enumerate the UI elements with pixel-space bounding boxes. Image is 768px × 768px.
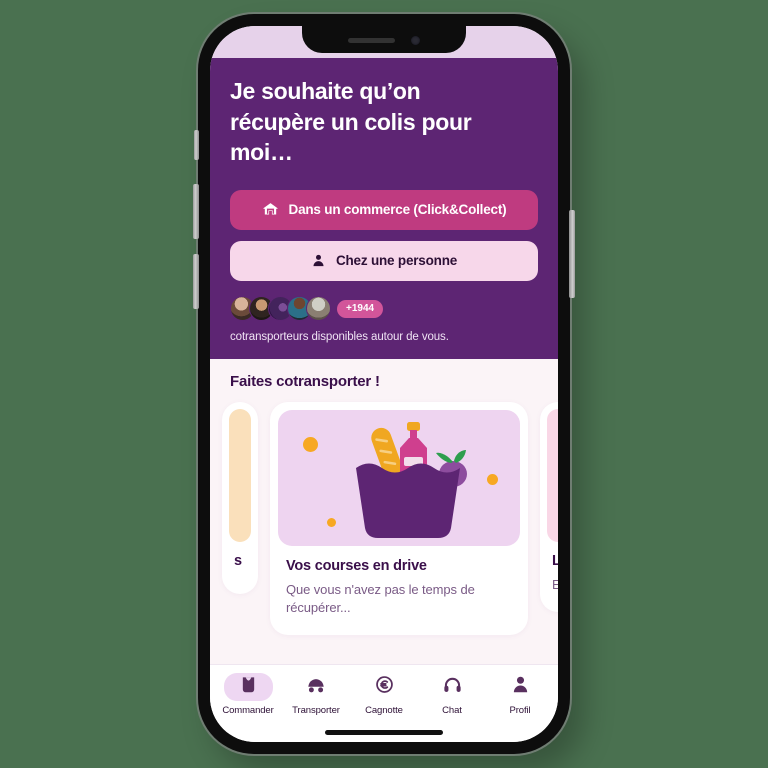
phone-screen: Je souhaite qu’on récupère un colis pour…	[210, 26, 558, 742]
volume-down-button[interactable]	[193, 254, 199, 309]
card-description: Que vous n'avez pas le temps de récupére…	[286, 581, 475, 615]
hero-section: Je souhaite qu’on récupère un colis pour…	[210, 58, 558, 359]
headset-icon	[443, 676, 462, 699]
person-icon	[512, 675, 529, 699]
section-title: Faites cotransporter !	[230, 372, 380, 390]
carousel-card-main[interactable]: Vos courses en drive Que vous n'avez pas…	[270, 401, 528, 635]
card-description: Et ran	[552, 576, 558, 592]
nav-label: Commander	[222, 705, 274, 716]
notch	[302, 26, 466, 53]
chez-une-personne-label: Chez une personne	[335, 253, 458, 269]
shopping-bag-illustration	[278, 409, 520, 546]
person-icon	[311, 253, 326, 268]
silence-switch[interactable]	[194, 130, 199, 160]
card-carousel[interactable]: s Vos courses en drive Que vous n'avez p…	[210, 401, 558, 635]
nav-item-profil[interactable]: Profil	[490, 673, 550, 716]
home-indicator[interactable]	[325, 730, 443, 735]
nav-label: Chat	[442, 705, 462, 716]
volume-up-button[interactable]	[193, 184, 199, 239]
nav-item-cagnotte[interactable]: Cagnotte	[354, 673, 414, 716]
phone-mockup: Je souhaite qu’on récupère un colis pour…	[193, 14, 575, 754]
avatar-count-badge: +1944	[337, 299, 384, 318]
power-button[interactable]	[569, 210, 575, 298]
wallet-euro-icon	[375, 675, 394, 699]
page-title: Je souhaite qu’on récupère un colis pour…	[230, 78, 472, 166]
card-illustration-right	[547, 408, 558, 542]
shopping-bag-icon	[240, 675, 257, 699]
nav-item-commander[interactable]: Commander	[218, 673, 278, 716]
dans-un-commerce-label: Dans un commerce (Click&Collect)	[288, 202, 507, 218]
storefront-icon	[262, 201, 279, 218]
delivery-cart-icon	[306, 676, 326, 698]
card-title: s	[234, 552, 242, 569]
carousel-card-right[interactable]: Le Et ran	[540, 401, 558, 612]
nav-item-transporter[interactable]: Transporter	[286, 673, 346, 716]
bottom-navigation[interactable]: Commander Transporter Cagnotte Chat Prof…	[210, 664, 558, 720]
dans-un-commerce-button[interactable]: Dans un commerce (Click&Collect)	[230, 189, 538, 230]
social-proof: +1944 cotransporteurs disponibles autour…	[230, 296, 538, 343]
card-title: Vos courses en drive	[286, 557, 427, 574]
nav-item-chat[interactable]: Chat	[422, 673, 482, 716]
speaker-grill-icon	[348, 38, 395, 43]
carousel-section: Faites cotransporter ! s Vos courses en …	[210, 358, 558, 664]
nav-label: Cagnotte	[365, 705, 403, 716]
nav-label: Transporter	[292, 705, 340, 716]
carousel-card-left[interactable]: s	[222, 401, 258, 594]
avatar	[306, 296, 331, 322]
social-proof-caption: cotransporteurs disponibles autour de vo…	[230, 330, 449, 343]
front-camera-icon	[411, 36, 420, 45]
nav-label: Profil	[509, 705, 531, 716]
chez-une-personne-button[interactable]: Chez une personne	[230, 240, 538, 281]
card-illustration-left	[229, 408, 251, 542]
avatar-group: +1944	[230, 296, 538, 322]
card-title: Le	[552, 552, 558, 569]
